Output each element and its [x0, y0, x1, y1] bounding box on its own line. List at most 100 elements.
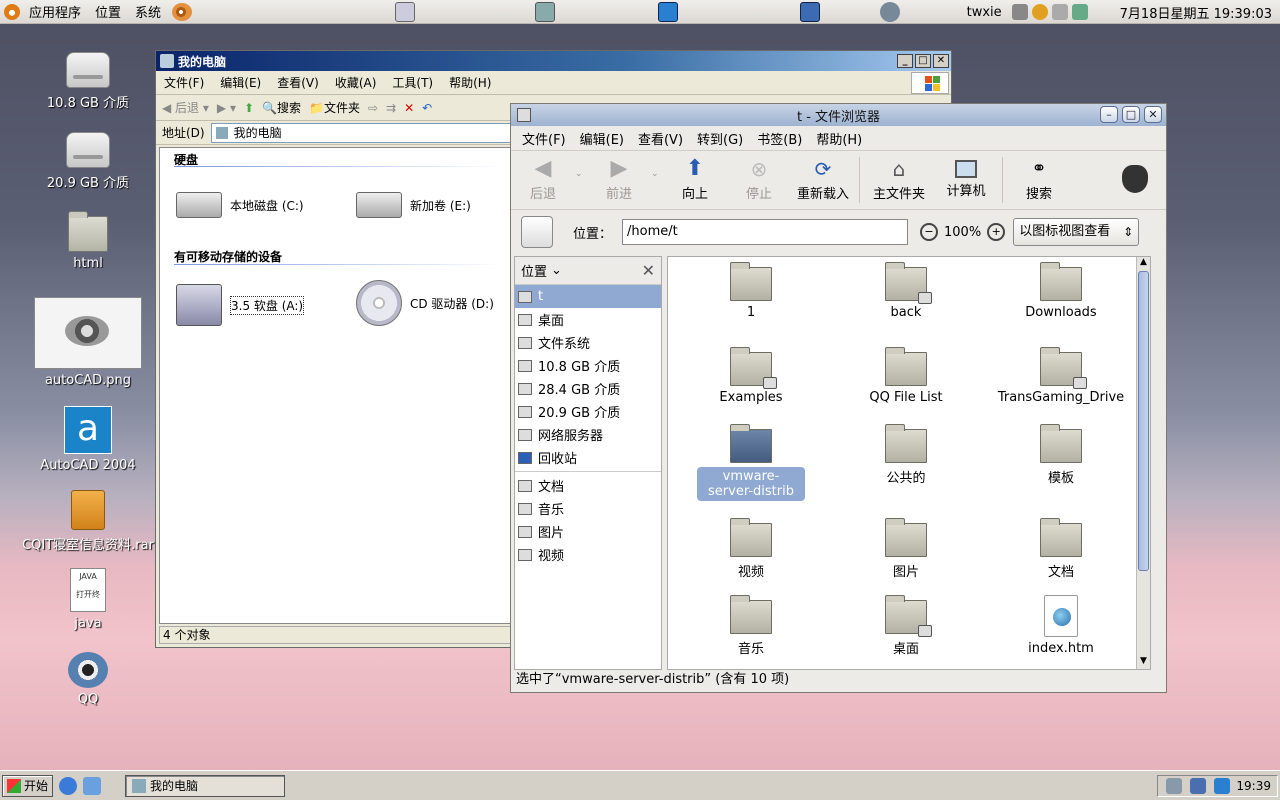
menu-go[interactable]: 转到(G) [690, 129, 750, 148]
file-item[interactable]: Examples [676, 347, 826, 405]
file-item[interactable]: 文档 [986, 518, 1136, 580]
task-mycomputer[interactable]: 我的电脑 [125, 774, 286, 797]
file-browser-titlebar[interactable]: t - 文件浏览器 – □ ✕ [511, 104, 1166, 126]
file-item[interactable]: back [831, 262, 981, 320]
file-item[interactable]: index.htm [986, 595, 1136, 656]
zoom-level[interactable]: 100% [944, 225, 981, 240]
file-item[interactable]: 图片 [831, 518, 981, 580]
folders-button[interactable]: 📁文件夹 [309, 99, 360, 116]
menu-applications[interactable]: 应用程序 [22, 2, 88, 21]
address-input[interactable]: 我的电脑 [210, 122, 511, 143]
desktop-icon-archive[interactable]: CQIT寝室信息资料.rar [22, 490, 154, 553]
up-folder-icon[interactable]: ⬆ [244, 101, 254, 115]
file-item[interactable]: 模板 [986, 424, 1136, 486]
network-icon[interactable] [1071, 4, 1088, 20]
file-item[interactable]: 音乐 [676, 595, 826, 657]
sidebar-item-filesystem[interactable]: 文件系统 [515, 331, 661, 354]
move-to-icon[interactable]: ⇨ [368, 101, 378, 115]
close-sidebar-icon[interactable]: ✕ [642, 261, 655, 280]
file-item[interactable]: TransGaming_Drive [986, 347, 1136, 405]
autocad-task-icon[interactable] [658, 2, 678, 22]
sidebar-item-bookmark[interactable]: 文档 [515, 474, 661, 497]
view-mode-select[interactable]: 以图标视图查看 [1013, 218, 1140, 246]
maximize-button[interactable]: □ [1122, 106, 1140, 123]
sidebar-item-bookmark[interactable]: 视频 [515, 543, 661, 566]
start-button[interactable]: 开始 [2, 774, 54, 797]
menu-file[interactable]: 文件(F) [156, 74, 212, 91]
menu-system[interactable]: 系统 [128, 2, 168, 21]
maximize-button[interactable]: □ [915, 54, 931, 68]
stop-button[interactable]: ⊗ 停止 [727, 157, 791, 202]
file-item[interactable]: 视频 [676, 518, 826, 580]
file-item-selected[interactable]: vmware-server-distrib [676, 424, 826, 501]
scroll-up-icon[interactable]: ▲ [1137, 257, 1150, 270]
undo-icon[interactable]: ↶ [422, 101, 432, 115]
file-item[interactable]: 公共的 [831, 424, 981, 486]
sidebar-item-home[interactable]: t [515, 285, 661, 308]
desktop-icon-drive[interactable]: 10.8 GB 介质 [38, 52, 138, 111]
back-button[interactable]: ◀ 后退 [511, 157, 575, 203]
copy-to-icon[interactable]: ⇉ [386, 101, 396, 115]
up-button[interactable]: ⬆ 向上 [663, 157, 727, 203]
computer-button[interactable]: 计算机 [934, 157, 998, 199]
desktop-icon-image[interactable]: autoCAD.png [32, 297, 144, 388]
menu-help[interactable]: 帮助(H) [441, 74, 499, 91]
back-history-chevron-icon[interactable]: ⌄ [575, 157, 587, 179]
menu-file[interactable]: 文件(F) [515, 129, 573, 148]
sidebar-item-bookmark[interactable]: 图片 [515, 520, 661, 543]
taskbar-app-icon[interactable] [800, 2, 820, 22]
menu-bookmarks[interactable]: 书签(B) [750, 129, 809, 148]
desktop-icon-java[interactable]: JAVA 打开终 java [38, 568, 138, 631]
vertical-scrollbar[interactable]: ▲ ▼ [1136, 257, 1150, 669]
search-button[interactable]: ⚭ 搜索 [1007, 157, 1071, 202]
sidebar-item-desktop[interactable]: 桌面 [515, 308, 661, 331]
menu-edit[interactable]: 编辑(E) [212, 74, 269, 91]
minimize-button[interactable]: _ [897, 54, 913, 68]
location-input[interactable]: /home/t [622, 219, 909, 245]
back-button[interactable]: ◀ 后退 ▾ [162, 99, 209, 116]
sidebar-item-volume[interactable]: 28.4 GB 介质 [515, 377, 661, 400]
window-menu-icon[interactable] [517, 108, 531, 122]
volume-icon[interactable] [1011, 4, 1028, 20]
quicklaunch-icon[interactable] [83, 776, 102, 795]
zoom-out-icon[interactable]: − [920, 223, 939, 241]
drive-item[interactable]: 3.5 软盘 (A:) [176, 284, 305, 326]
zoom-in-icon[interactable]: + [987, 223, 1006, 241]
keyboard-icon[interactable] [1051, 4, 1068, 20]
gnome-foot-icon[interactable] [4, 3, 20, 20]
menu-view[interactable]: 查看(V) [269, 74, 327, 91]
close-button[interactable]: ✕ [1144, 106, 1162, 123]
close-button[interactable]: ✕ [933, 54, 949, 68]
file-item[interactable]: 桌面 [831, 595, 981, 657]
delete-icon[interactable]: ✕ [404, 101, 414, 115]
forward-history-chevron-icon[interactable]: ⌄ [651, 157, 663, 179]
sidebar-item-bookmark[interactable]: 音乐 [515, 497, 661, 520]
network-icon[interactable] [1166, 778, 1183, 794]
sidebar-item-network[interactable]: 网络服务器 [515, 423, 661, 446]
taskbar-app-icon[interactable] [395, 2, 415, 22]
file-item[interactable]: 1 [676, 262, 826, 320]
menu-tools[interactable]: 工具(T) [384, 74, 441, 91]
sidebar-item-volume[interactable]: 10.8 GB 介质 [515, 354, 661, 377]
forward-button[interactable]: ▶ ▾ [217, 101, 236, 115]
update-icon[interactable] [1031, 4, 1048, 20]
menu-favorites[interactable]: 收藏(A) [327, 74, 385, 91]
minimize-button[interactable]: – [1100, 106, 1118, 123]
drive-item[interactable]: CD 驱动器 (D:) [356, 280, 494, 326]
sidebar-item-trash[interactable]: 回收站 [515, 446, 661, 469]
edit-location-icon[interactable] [521, 216, 553, 248]
sidebar-header[interactable]: 位置 ⌄ ✕ [515, 257, 661, 285]
internet-explorer-icon[interactable] [59, 776, 78, 795]
desktop-icon-autocad[interactable]: a AutoCAD 2004 [38, 406, 138, 473]
taskbar-app-icon[interactable] [535, 2, 555, 22]
app-tray-icon[interactable] [1214, 778, 1231, 794]
clock[interactable]: 7月18日星期五 19:39:03 [1120, 3, 1272, 22]
file-item[interactable]: QQ File List [831, 347, 981, 405]
home-button[interactable]: ⌂ 主文件夹 [864, 157, 934, 202]
mycomputer-titlebar[interactable]: 我的电脑 _ □ ✕ [156, 51, 951, 71]
drive-item[interactable]: 新加卷 (E:) [356, 192, 471, 218]
scrollbar-thumb[interactable] [1138, 271, 1149, 571]
file-item[interactable]: Downloads [986, 262, 1136, 320]
reload-button[interactable]: ⟳ 重新载入 [791, 157, 855, 202]
scroll-down-icon[interactable]: ▼ [1137, 656, 1150, 669]
